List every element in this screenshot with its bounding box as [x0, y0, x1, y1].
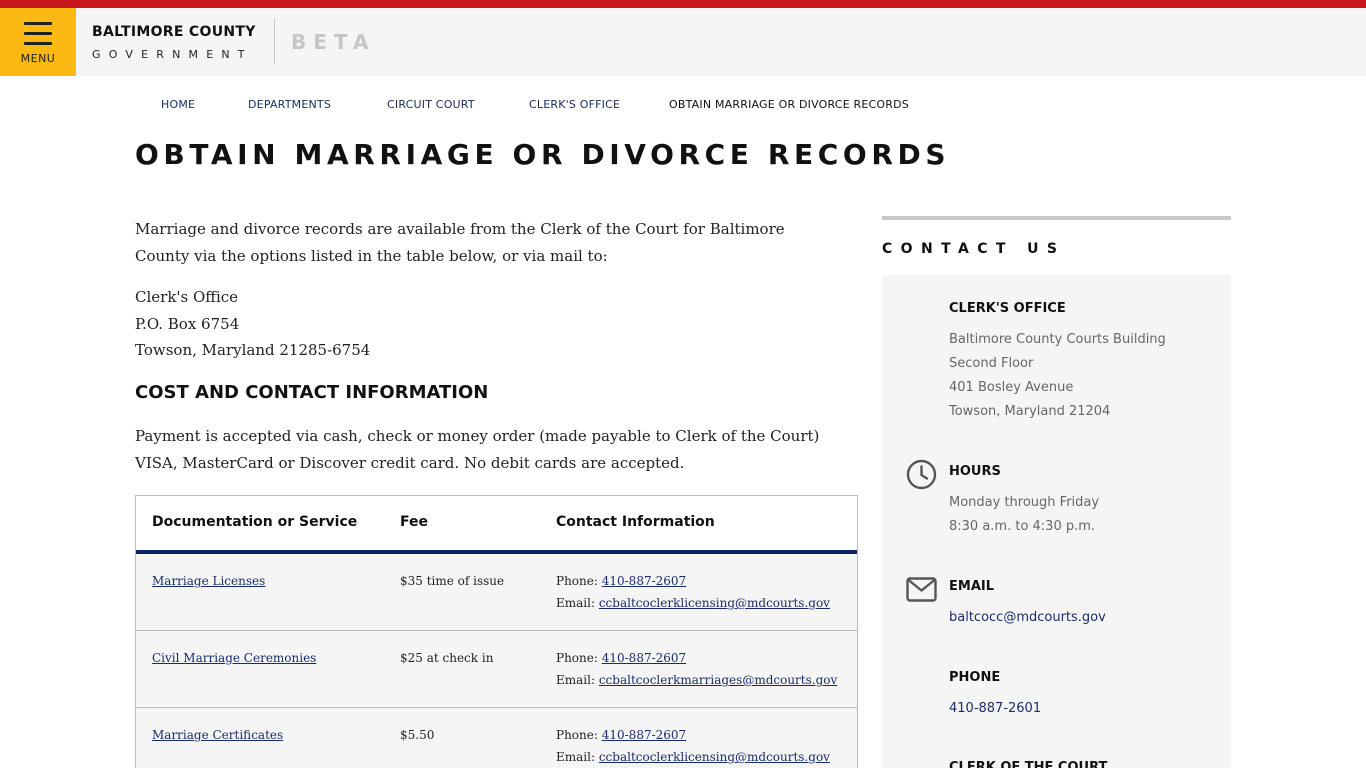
intro-text: Marriage and divorce records are availab… [135, 220, 785, 265]
clerk-block: CLERK OF THE COURT [949, 760, 1107, 768]
phone-label: Phone: [556, 728, 602, 742]
office-heading: CLERK'S OFFICE [949, 301, 1066, 316]
email-label: Email: [556, 750, 599, 764]
beta-label: BETA [291, 30, 376, 54]
fee-table: Documentation or Service Fee Contact Inf… [135, 495, 858, 768]
phone-heading: PHONE [949, 670, 1001, 685]
service-link[interactable]: Civil Marriage Ceremonies [152, 651, 316, 665]
service-link[interactable]: Marriage Certificates [152, 728, 283, 742]
payment-text: Payment is accepted via cash, check or m… [135, 426, 820, 472]
phone-block: PHONE 410-887-2601 [949, 670, 1041, 721]
fee-value: $5.50 [400, 728, 435, 742]
contact-cell: Phone: 410-887-2607 Email: ccbaltcoclerk… [556, 570, 830, 614]
envelope-icon [906, 577, 937, 602]
column-header-service: Documentation or Service [152, 514, 358, 530]
hours-heading: HOURS [949, 464, 1001, 479]
brand-line-1: BALTIMORE COUNTY [92, 24, 256, 40]
fee-value: $25 at check in [400, 651, 494, 665]
office-line: Baltimore County Courts Building [949, 332, 1166, 347]
hours-block: HOURS Monday through Friday 8:30 a.m. to… [949, 464, 1099, 539]
menu-button[interactable]: MENU [0, 8, 76, 76]
sidebar-email-link[interactable]: baltcocc@mdcourts.gov [949, 606, 1106, 630]
email-link[interactable]: ccbaltcoclerklicensing@mdcourts.gov [599, 750, 830, 764]
email-label: Email: [556, 673, 599, 687]
cost-contact-heading: COST AND CONTACT INFORMATION [135, 381, 489, 403]
page-title: OBTAIN MARRIAGE OR DIVORCE RECORDS [135, 138, 951, 171]
site-logo[interactable]: BALTIMORE COUNTY GOVERNMENT [92, 24, 256, 61]
main-content: Marriage and divorce records are availab… [135, 216, 857, 477]
phone-link[interactable]: 410-887-2607 [602, 574, 686, 588]
menu-label: MENU [20, 52, 56, 65]
breadcrumb-current: OBTAIN MARRIAGE OR DIVORCE RECORDS [669, 98, 909, 111]
brand-line-2: GOVERNMENT [92, 48, 253, 61]
breadcrumb-clerks-office[interactable]: CLERK'S OFFICE [529, 98, 620, 111]
email-heading: EMAIL [949, 579, 994, 594]
office-line: Towson, Maryland 21204 [949, 404, 1111, 419]
office-line: Second Floor [949, 356, 1034, 371]
email-block: EMAIL baltcocc@mdcourts.gov [949, 579, 1106, 630]
office-block: CLERK'S OFFICE Baltimore County Courts B… [949, 301, 1166, 424]
table-row: Marriage Certificates $5.50 Phone: 410-8… [136, 708, 857, 768]
column-header-contact: Contact Information [556, 514, 715, 530]
sidebar-top-rule [882, 216, 1231, 220]
breadcrumb-departments[interactable]: DEPARTMENTS [248, 98, 331, 111]
top-stripe [0, 0, 1366, 8]
contact-cell: Phone: 410-887-2607 Email: ccbaltcoclerk… [556, 647, 837, 691]
contact-us-title: CONTACT US [882, 241, 1066, 257]
table-row: Civil Marriage Ceremonies $25 at check i… [136, 631, 857, 708]
office-line: 401 Bosley Avenue [949, 380, 1074, 395]
breadcrumb-circuit-court[interactable]: CIRCUIT COURT [387, 98, 475, 111]
address-line: P.O. Box 6754 [135, 314, 240, 333]
clock-icon [906, 459, 937, 490]
phone-label: Phone: [556, 574, 602, 588]
mailing-address: Clerk's Office P.O. Box 6754 Towson, Mar… [135, 284, 857, 364]
service-link[interactable]: Marriage Licenses [152, 574, 265, 588]
clerk-heading: CLERK OF THE COURT [949, 760, 1108, 768]
fee-value: $35 time of issue [400, 574, 505, 588]
phone-link[interactable]: 410-887-2607 [602, 728, 686, 742]
contact-box: CLERK'S OFFICE Baltimore County Courts B… [882, 275, 1231, 768]
hours-line: 8:30 a.m. to 4:30 p.m. [949, 519, 1096, 534]
site-header: MENU BALTIMORE COUNTY GOVERNMENT BETA [0, 8, 1366, 76]
phone-label: Phone: [556, 651, 602, 665]
column-header-fee: Fee [400, 514, 428, 530]
hamburger-icon [24, 22, 52, 52]
email-label: Email: [556, 596, 599, 610]
breadcrumb: HOME DEPARTMENTS CIRCUIT COURT CLERK'S O… [0, 98, 1366, 114]
sidebar-phone-link[interactable]: 410-887-2601 [949, 697, 1041, 721]
address-line: Towson, Maryland 21285-6754 [135, 341, 371, 359]
email-link[interactable]: ccbaltcoclerkmarriages@mdcourts.gov [599, 673, 837, 687]
email-link[interactable]: ccbaltcoclerklicensing@mdcourts.gov [599, 596, 830, 610]
phone-link[interactable]: 410-887-2607 [602, 651, 686, 665]
brand-divider [274, 18, 275, 64]
table-row: Marriage Licenses $35 time of issue Phon… [136, 554, 857, 631]
contact-cell: Phone: 410-887-2607 Email: ccbaltcoclerk… [556, 724, 830, 768]
address-line: Clerk's Office [135, 288, 239, 306]
breadcrumb-home[interactable]: HOME [161, 98, 195, 111]
sidebar: CONTACT US [882, 216, 1231, 257]
table-header: Documentation or Service Fee Contact Inf… [136, 496, 857, 554]
hours-line: Monday through Friday [949, 495, 1100, 510]
